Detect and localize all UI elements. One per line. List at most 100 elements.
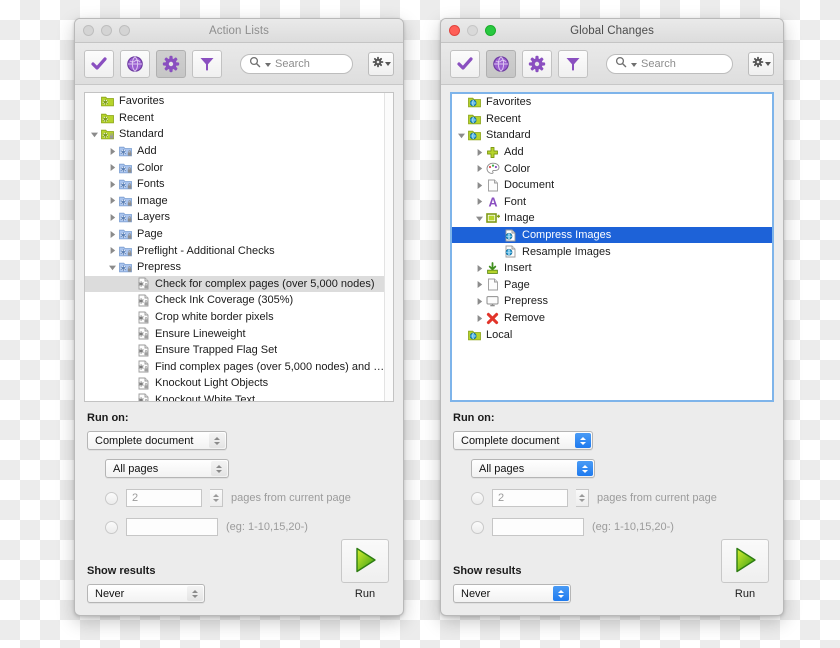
toolbar-button-funnel[interactable] <box>192 49 222 78</box>
run-button[interactable] <box>721 539 769 583</box>
disclosure-triangle-icon[interactable] <box>474 280 485 289</box>
tree-row[interactable]: Knockout Light Objects <box>85 375 393 392</box>
page-range-input[interactable] <box>492 518 584 536</box>
tree-list[interactable]: Favorites Recent Standard Add Color Fonts Imag… <box>84 92 394 402</box>
tree-row[interactable]: Ensure Lineweight <box>85 325 393 342</box>
pages-popup-button[interactable]: All pages <box>471 459 595 478</box>
disclosure-triangle-icon[interactable] <box>107 213 118 222</box>
toolbar-button-gear[interactable] <box>156 49 186 78</box>
tree-row[interactable]: Standard <box>85 126 393 143</box>
tree-row[interactable]: Favorites <box>452 94 772 111</box>
toolbar-button-funnel[interactable] <box>558 49 588 78</box>
titlebar[interactable]: Action Lists <box>75 19 403 43</box>
tree-row[interactable]: Prepress <box>85 259 393 276</box>
pages-count-input[interactable]: 2 <box>492 489 568 507</box>
page-range-input[interactable] <box>126 518 218 536</box>
tree-row[interactable]: Check Ink Coverage (305%) <box>85 292 393 309</box>
tree-row[interactable]: Page <box>452 277 772 294</box>
disclosure-triangle-icon[interactable] <box>107 230 118 239</box>
tree-row[interactable]: Color <box>452 160 772 177</box>
search-field[interactable]: Search <box>240 53 353 74</box>
toolbar-button-globe[interactable] <box>486 49 516 78</box>
disclosure-triangle-icon[interactable] <box>107 246 118 255</box>
window-global-changes[interactable]: Global Changes Search Favorites Recent Stand… <box>440 18 784 616</box>
disclosure-triangle-icon[interactable] <box>474 164 485 173</box>
minimize-button[interactable] <box>467 25 478 36</box>
tree-row[interactable]: Layers <box>85 209 393 226</box>
tree-list[interactable]: Favorites Recent Standard Add Color Document A… <box>450 92 774 402</box>
close-button[interactable] <box>449 25 460 36</box>
pages-from-current-radio[interactable] <box>105 491 118 505</box>
search-scope-chevron-icon[interactable] <box>631 63 637 67</box>
close-button[interactable] <box>83 25 94 36</box>
search-scope-chevron-icon[interactable] <box>265 63 271 67</box>
tree-row-label: Image <box>137 194 168 207</box>
settings-gear-button[interactable] <box>368 51 394 76</box>
tree-row[interactable]: Color <box>85 159 393 176</box>
tree-row[interactable]: Prepress <box>452 293 772 310</box>
settings-gear-button[interactable] <box>748 51 774 76</box>
disclosure-triangle-icon[interactable] <box>107 147 118 156</box>
tree-row[interactable]: Image <box>452 210 772 227</box>
tree-row[interactable]: Check for complex pages (over 5,000 node… <box>85 275 393 293</box>
toolbar-button-check[interactable] <box>84 49 114 78</box>
disclosure-triangle-icon[interactable] <box>107 163 118 172</box>
tree-row[interactable]: Insert <box>452 260 772 277</box>
disclosure-triangle-icon[interactable] <box>89 130 100 139</box>
show-results-popup-button[interactable]: Never <box>453 584 571 603</box>
disclosure-triangle-icon[interactable] <box>107 180 118 189</box>
run-button[interactable] <box>341 539 389 583</box>
tree-row[interactable]: Remove <box>452 310 772 327</box>
tree-row[interactable]: Compress Images <box>452 226 772 244</box>
page-range-radio[interactable] <box>471 520 484 534</box>
tree-row[interactable]: Resample Images <box>452 243 772 260</box>
window-action-lists[interactable]: Action Lists Search Favorites Recent Standar… <box>74 18 404 616</box>
disclosure-triangle-icon[interactable] <box>107 263 118 272</box>
tree-row[interactable]: A Font <box>452 194 772 211</box>
disclosure-triangle-icon[interactable] <box>474 197 485 206</box>
pages-count-stepper[interactable] <box>210 489 223 507</box>
toolbar-button-globe[interactable] <box>120 49 150 78</box>
tree-row[interactable]: Recent <box>85 110 393 127</box>
tree-row[interactable]: Image <box>85 193 393 210</box>
show-results-popup-button[interactable]: Never <box>87 584 205 603</box>
disclosure-triangle-icon[interactable] <box>474 314 485 323</box>
scope-popup-button[interactable]: Complete document <box>453 431 593 450</box>
pages-count-input[interactable]: 2 <box>126 489 202 507</box>
tree-row[interactable]: Fonts <box>85 176 393 193</box>
zoom-button[interactable] <box>485 25 496 36</box>
disclosure-triangle-icon[interactable] <box>474 181 485 190</box>
scope-popup-button[interactable]: Complete document <box>87 431 227 450</box>
tree-row[interactable]: Add <box>85 143 393 160</box>
toolbar-button-gear[interactable] <box>522 49 552 78</box>
tree-row[interactable]: Find complex pages (over 5,000 nodes) an… <box>85 359 393 376</box>
tree-row[interactable]: Knockout White Text <box>85 392 393 401</box>
search-field[interactable]: Search <box>606 53 733 74</box>
tree-row[interactable]: Crop white border pixels <box>85 309 393 326</box>
run-button-label: Run <box>354 588 376 600</box>
tree-row[interactable]: Standard <box>452 127 772 144</box>
pages-count-stepper[interactable] <box>576 489 589 507</box>
disclosure-triangle-icon[interactable] <box>474 297 485 306</box>
disclosure-triangle-icon[interactable] <box>456 131 467 140</box>
disclosure-triangle-icon[interactable] <box>107 196 118 205</box>
tree-row[interactable]: Page <box>85 226 393 243</box>
toolbar-button-check[interactable] <box>450 49 480 78</box>
pages-popup-button[interactable]: All pages <box>105 459 229 478</box>
list-scrollbar[interactable] <box>384 93 393 401</box>
pages-from-current-radio[interactable] <box>471 491 484 505</box>
minimize-button[interactable] <box>101 25 112 36</box>
tree-row[interactable]: Preflight - Additional Checks <box>85 242 393 259</box>
disclosure-triangle-icon[interactable] <box>474 214 485 223</box>
disclosure-triangle-icon[interactable] <box>474 148 485 157</box>
titlebar[interactable]: Global Changes <box>441 19 783 43</box>
tree-row[interactable]: Local <box>452 326 772 343</box>
zoom-button[interactable] <box>119 25 130 36</box>
tree-row[interactable]: Add <box>452 144 772 161</box>
tree-row[interactable]: Recent <box>452 111 772 128</box>
tree-row[interactable]: Ensure Trapped Flag Set <box>85 342 393 359</box>
disclosure-triangle-icon[interactable] <box>474 264 485 273</box>
tree-row[interactable]: Document <box>452 177 772 194</box>
tree-row[interactable]: Favorites <box>85 93 393 110</box>
page-range-radio[interactable] <box>105 520 118 534</box>
